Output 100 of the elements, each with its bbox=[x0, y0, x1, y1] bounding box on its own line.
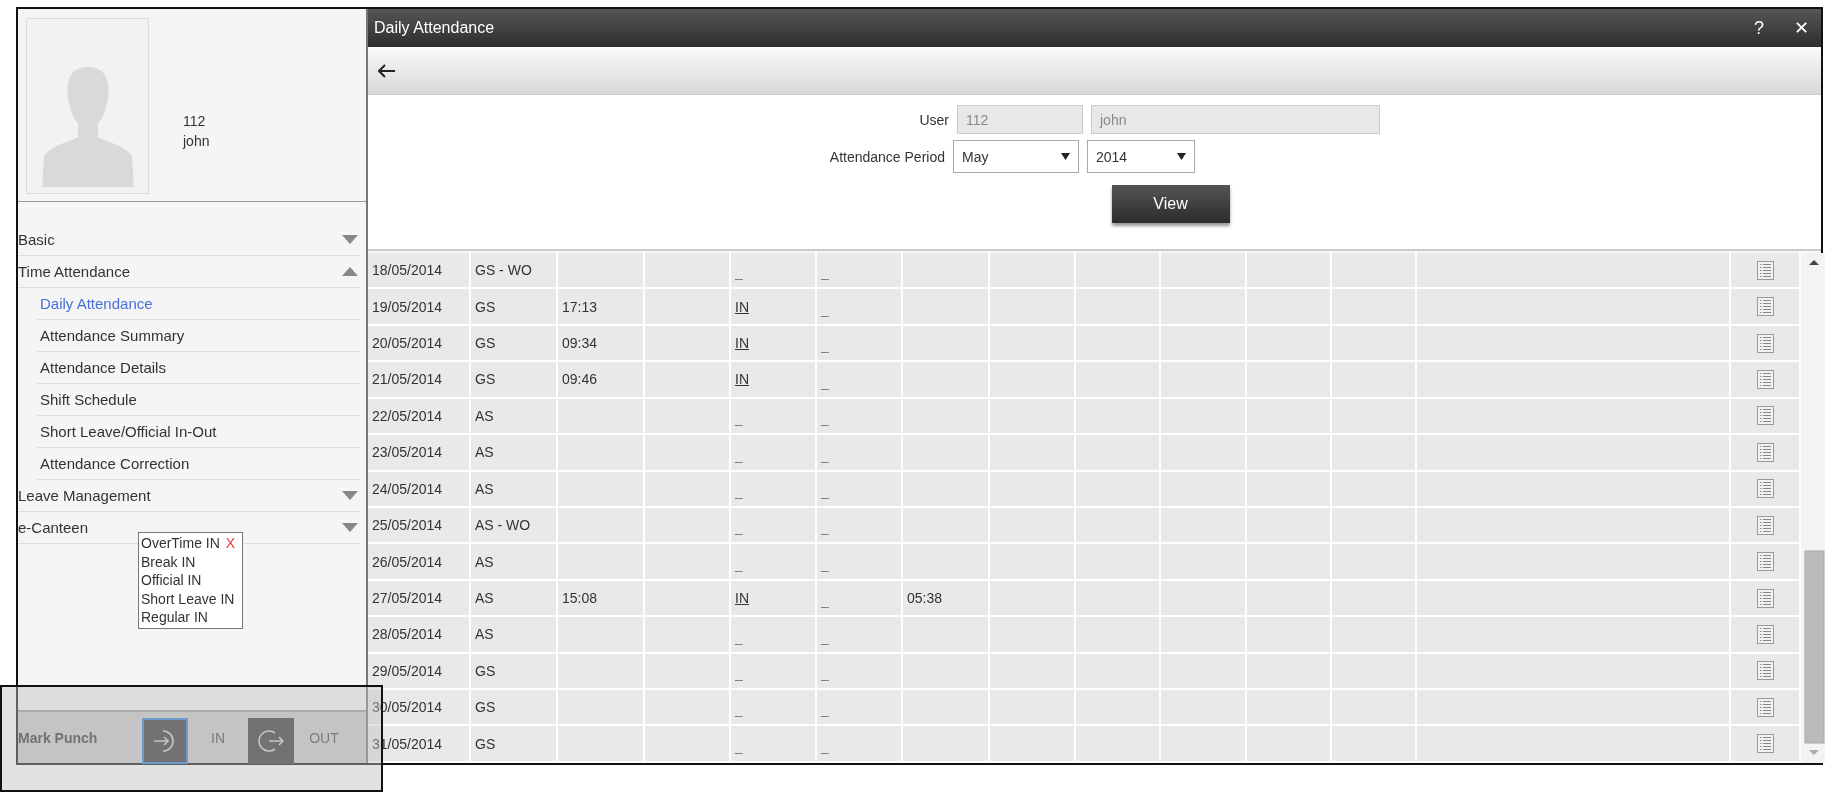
user-id: 112 bbox=[183, 113, 207, 129]
menu-item[interactable]: Shift Schedule bbox=[37, 384, 360, 416]
punch-out-button[interactable] bbox=[248, 717, 294, 764]
details-list-icon[interactable] bbox=[1756, 515, 1774, 535]
year-select[interactable]: 2014 bbox=[1087, 140, 1195, 173]
help-button[interactable]: ? bbox=[1754, 17, 1764, 39]
menu-item[interactable]: Short Leave/Official In-Out bbox=[37, 416, 360, 448]
table-cell: GS bbox=[471, 289, 558, 326]
punch-type-option[interactable]: Official IN bbox=[141, 571, 202, 590]
table-cell: 22/05/2014 bbox=[368, 398, 471, 436]
punch-link[interactable]: IN bbox=[735, 590, 749, 606]
empty-dash: _ bbox=[821, 374, 829, 393]
punch-label: IN bbox=[210, 729, 226, 746]
empty-dash: _ bbox=[735, 702, 743, 721]
table-cell: GS bbox=[471, 726, 558, 763]
table-cell: 27/05/2014 bbox=[368, 580, 471, 618]
table-cell: AS - WO bbox=[471, 507, 558, 545]
details-list-icon[interactable] bbox=[1756, 624, 1774, 644]
details-list-icon[interactable] bbox=[1756, 661, 1774, 681]
empty-dash: _ bbox=[735, 629, 743, 648]
punch-type-option[interactable]: Short Leave IN bbox=[141, 589, 235, 608]
empty-dash: _ bbox=[735, 738, 743, 757]
table-cell: 21/05/2014 bbox=[368, 362, 471, 399]
punch-link[interactable]: IN bbox=[735, 298, 749, 315]
table-cell: 15:08 bbox=[558, 580, 645, 618]
empty-dash: _ bbox=[735, 265, 743, 284]
dropdown-caret-icon[interactable] bbox=[1061, 153, 1070, 160]
period-label: Attendance Period bbox=[828, 148, 945, 165]
table-cell: AS bbox=[471, 580, 558, 618]
scrollbar[interactable] bbox=[1801, 253, 1825, 763]
details-list-icon[interactable] bbox=[1756, 369, 1774, 389]
punch-in-button[interactable] bbox=[142, 717, 188, 764]
menu-item[interactable]: Attendance Details bbox=[37, 352, 360, 384]
details-list-icon[interactable] bbox=[1756, 552, 1774, 572]
table-cell: AS bbox=[471, 617, 558, 654]
details-list-icon[interactable] bbox=[1756, 588, 1774, 608]
empty-dash: _ bbox=[735, 556, 743, 575]
table-cell: AS bbox=[471, 544, 558, 581]
table-cell: 23/05/2014 bbox=[368, 435, 471, 472]
details-list-icon[interactable] bbox=[1756, 406, 1774, 426]
table-cell: GS bbox=[471, 362, 558, 399]
table-cell: GS - WO bbox=[471, 253, 558, 290]
details-list-icon[interactable] bbox=[1756, 297, 1774, 317]
month-select[interactable]: May bbox=[953, 140, 1079, 173]
table-cell: 29/05/2014 bbox=[368, 653, 471, 691]
empty-dash: _ bbox=[821, 483, 829, 502]
back-arrow-icon[interactable] bbox=[378, 63, 396, 78]
table-cell: 25/05/2014 bbox=[368, 507, 471, 545]
details-list-icon[interactable] bbox=[1756, 333, 1774, 353]
expand-arrow-icon[interactable] bbox=[342, 235, 358, 244]
empty-dash: _ bbox=[821, 301, 829, 320]
menu-item[interactable]: Attendance Correction bbox=[37, 448, 360, 480]
empty-dash: _ bbox=[821, 738, 829, 757]
window-title: Daily Attendance bbox=[374, 19, 495, 37]
punch-link[interactable]: IN bbox=[735, 335, 749, 352]
details-list-icon[interactable] bbox=[1756, 697, 1774, 717]
table-cell: 20/05/2014 bbox=[368, 325, 471, 363]
empty-dash: _ bbox=[821, 702, 829, 721]
table-cell: AS bbox=[471, 435, 558, 472]
punch-type-option[interactable]: Regular IN bbox=[141, 608, 208, 627]
table-cell: 18/05/2014 bbox=[368, 253, 471, 290]
table-cell: 28/05/2014 bbox=[368, 617, 471, 654]
details-list-icon[interactable] bbox=[1756, 260, 1774, 280]
table-cell: GS bbox=[471, 325, 558, 363]
empty-dash: _ bbox=[735, 483, 743, 502]
table-cell: GS bbox=[471, 653, 558, 691]
table-cell: 09:34 bbox=[558, 325, 645, 363]
expand-arrow-icon[interactable] bbox=[342, 491, 358, 500]
empty-dash: _ bbox=[821, 338, 829, 357]
table-cell: 19/05/2014 bbox=[368, 289, 471, 326]
table-cell: AS bbox=[471, 398, 558, 436]
empty-dash: _ bbox=[821, 411, 829, 430]
table-cell: 05:38 bbox=[903, 580, 990, 618]
mark-punch-label: Mark Punch bbox=[18, 729, 99, 746]
expand-arrow-icon[interactable] bbox=[342, 523, 358, 532]
user-label: User bbox=[918, 111, 949, 128]
dropdown-caret-icon[interactable] bbox=[1177, 153, 1186, 160]
empty-dash: _ bbox=[821, 520, 829, 539]
view-button[interactable]: View bbox=[1111, 185, 1230, 223]
empty-dash: _ bbox=[821, 447, 829, 466]
menu-section[interactable]: Time Attendance bbox=[18, 256, 360, 288]
menu-section[interactable]: Leave Management bbox=[18, 480, 360, 512]
user-name: john bbox=[183, 133, 210, 149]
table-cell: GS bbox=[471, 690, 558, 727]
punch-type-option[interactable]: Break IN bbox=[141, 552, 196, 571]
empty-dash: _ bbox=[821, 629, 829, 648]
details-list-icon[interactable] bbox=[1756, 479, 1774, 499]
close-button[interactable]: ✕ bbox=[1794, 17, 1809, 39]
empty-dash: _ bbox=[735, 666, 743, 685]
empty-dash: _ bbox=[735, 411, 743, 430]
menu-item[interactable]: Attendance Summary bbox=[37, 320, 360, 352]
details-list-icon[interactable] bbox=[1756, 442, 1774, 462]
menu-item[interactable]: Daily Attendance bbox=[37, 288, 360, 320]
menu-section[interactable]: Basic bbox=[18, 224, 360, 256]
empty-dash: _ bbox=[821, 593, 829, 612]
collapse-arrow-icon[interactable] bbox=[342, 267, 358, 276]
table-cell: 26/05/2014 bbox=[368, 544, 471, 581]
details-list-icon[interactable] bbox=[1756, 734, 1774, 754]
punch-link[interactable]: IN bbox=[735, 371, 749, 388]
empty-dash: _ bbox=[821, 265, 829, 284]
